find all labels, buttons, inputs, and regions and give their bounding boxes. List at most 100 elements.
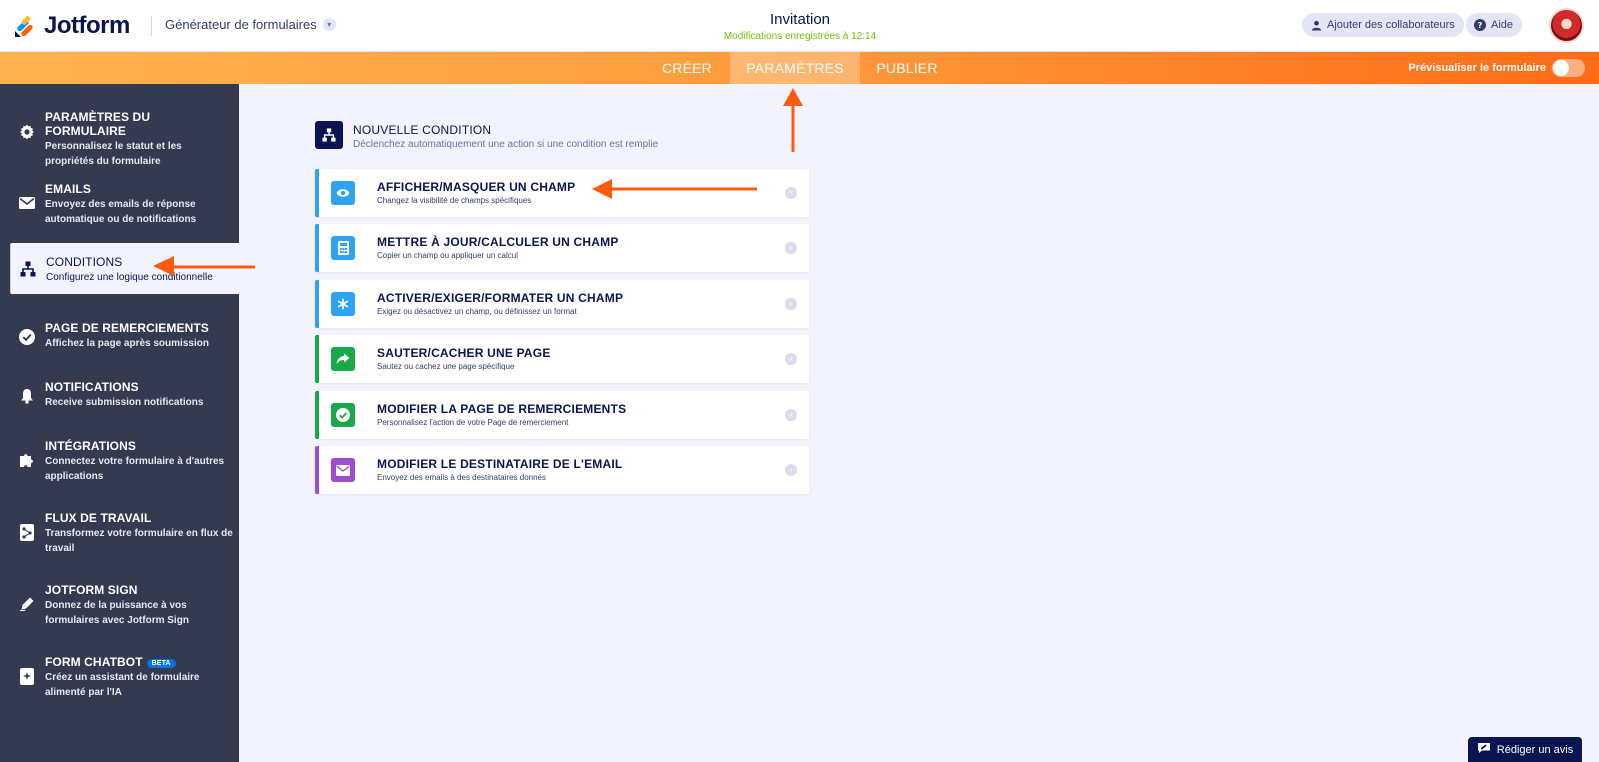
user-avatar[interactable] xyxy=(1549,8,1584,43)
condition-card-change-thank-you-page[interactable]: MODIFIER LA PAGE DE REMERCIEMENTS Person… xyxy=(315,391,809,439)
preview-toggle[interactable] xyxy=(1552,59,1585,77)
chevron-right-icon: › xyxy=(785,353,797,365)
asterisk-icon xyxy=(331,292,355,316)
brand-name: Jotform xyxy=(44,12,130,39)
annotation-arrow-settings xyxy=(783,88,803,152)
sidebar-item-desc: Configurez une logique conditionnelle xyxy=(46,272,213,283)
sidebar-item-title: PARAMÈTRES DU FORMULAIRE xyxy=(45,110,151,138)
sidebar-item-text: PAGE DE REMERCIEMENTS Affichez la page a… xyxy=(45,321,233,351)
write-review-label: Rédiger un avis xyxy=(1496,743,1574,756)
form-title[interactable]: Invitation xyxy=(700,11,900,28)
sidebar-item-workflows[interactable]: FLUX DE TRAVAIL Transformez votre formul… xyxy=(0,511,239,557)
condition-card-enable-require-field[interactable]: ACTIVER/EXIGER/FORMATER UN CHAMP Exigez … xyxy=(315,280,809,328)
share-arrow-icon xyxy=(331,347,355,371)
sitemap-icon xyxy=(19,260,37,278)
card-title: ACTIVER/EXIGER/FORMATER UN CHAMP xyxy=(377,291,624,305)
add-collaborators-label: Ajouter des collaborateurs xyxy=(1327,19,1455,31)
card-title: MODIFIER LA PAGE DE REMERCIEMENTS xyxy=(377,402,627,416)
sidebar-item-title: FLUX DE TRAVAIL xyxy=(45,511,152,525)
sidebar-item-form-settings[interactable]: PARAMÈTRES DU FORMULAIRE Personnalisez l… xyxy=(0,110,239,167)
chevron-right-icon: › xyxy=(785,409,797,421)
card-desc: Copier un champ ou appliquer un calcul xyxy=(377,251,518,260)
sidebar-item-desc: Donnez de la puissance à vos formulaires… xyxy=(45,600,189,626)
sidebar-item-text: PARAMÈTRES DU FORMULAIRE Personnalisez l… xyxy=(45,110,233,169)
sitemap-icon xyxy=(315,121,343,149)
toggle-knob xyxy=(1553,60,1569,76)
top-nav: CRÉER PARAMÈTRES PUBLIER Prévisualiser l… xyxy=(0,52,1599,84)
sidebar-item-text: INTÉGRATIONS Connectez votre formulaire … xyxy=(45,439,233,484)
tab-create[interactable]: CRÉER xyxy=(655,52,719,84)
mail-icon xyxy=(331,458,355,482)
header-divider xyxy=(151,16,152,36)
top-header: Jotform Générateur de formulaires ▾ Invi… xyxy=(0,0,1599,52)
sidebar-item-desc: Affichez la page après soumission xyxy=(45,338,209,349)
sidebar-item-title: JOTFORM SIGN xyxy=(45,583,138,597)
envelope-icon xyxy=(18,194,36,212)
pen-icon xyxy=(18,595,36,613)
card-desc: Envoyez des emails à des destinataires d… xyxy=(377,473,546,482)
sidebar-item-notifications[interactable]: NOTIFICATIONS Receive submission notific… xyxy=(0,380,239,412)
calculator-icon xyxy=(331,236,355,260)
settings-sidebar: PARAMÈTRES DU FORMULAIRE Personnalisez l… xyxy=(0,84,239,762)
form-title-block: Invitation Modifications enregistrées à … xyxy=(700,11,900,42)
card-title: SAUTER/CACHER UNE PAGE xyxy=(377,346,551,360)
check-circle-icon xyxy=(18,328,36,346)
card-desc: Sautez ou cachez une page spécifique xyxy=(377,362,515,371)
card-title: METTRE À JOUR/CALCULER UN CHAMP xyxy=(377,235,619,249)
question-circle-icon: ? xyxy=(1474,19,1486,31)
preview-form-control: Prévisualiser le formulaire xyxy=(1408,59,1585,77)
workflow-icon xyxy=(18,523,36,541)
sidebar-item-thank-you-page[interactable]: PAGE DE REMERCIEMENTS Affichez la page a… xyxy=(0,321,239,353)
sidebar-item-integrations[interactable]: INTÉGRATIONS Connectez votre formulaire … xyxy=(0,439,239,485)
bell-icon xyxy=(18,387,36,405)
user-icon xyxy=(1310,19,1322,31)
sidebar-item-title: CONDITIONS xyxy=(46,255,123,269)
sidebar-item-text: EMAILS Envoyez des emails de réponse aut… xyxy=(45,182,233,227)
tab-settings[interactable]: PARAMÈTRES xyxy=(730,52,860,84)
card-title: AFFICHER/MASQUER UN CHAMP xyxy=(377,180,576,194)
card-desc: Changez la visibilité de champs spécifiq… xyxy=(377,196,532,205)
sidebar-item-desc: Personnalisez le statut et les propriété… xyxy=(45,141,182,167)
sidebar-item-jotform-sign[interactable]: JOTFORM SIGN Donnez de la puissance à vo… xyxy=(0,583,239,629)
jotform-logo-icon xyxy=(14,14,36,38)
condition-card-skip-hide-page[interactable]: SAUTER/CACHER UNE PAGE Sautez ou cachez … xyxy=(315,335,809,383)
condition-card-show-hide-field[interactable]: AFFICHER/MASQUER UN CHAMP Changez la vis… xyxy=(315,169,809,217)
sidebar-item-title: INTÉGRATIONS xyxy=(45,439,136,453)
new-condition-title: NOUVELLE CONDITION xyxy=(353,123,492,137)
sidebar-item-title-text: FORM CHATBOT xyxy=(45,655,143,669)
sidebar-item-desc: Créez un assistant de formulaire aliment… xyxy=(45,672,200,698)
chevron-right-icon: › xyxy=(785,187,797,199)
chevron-right-icon: › xyxy=(785,242,797,254)
sidebar-item-title: FORM CHATBOT BETA xyxy=(45,655,233,669)
new-condition-desc: Déclenchez automatiquement une action si… xyxy=(353,139,659,150)
sidebar-item-conditions[interactable]: CONDITIONS Configurez une logique condit… xyxy=(10,243,239,294)
sidebar-item-desc: Receive submission notifications xyxy=(45,397,204,408)
puzzle-icon xyxy=(18,451,36,469)
sidebar-item-emails[interactable]: EMAILS Envoyez des emails de réponse aut… xyxy=(0,182,239,225)
chevron-down-icon: ▾ xyxy=(322,18,336,31)
write-review-button[interactable]: Rédiger un avis xyxy=(1468,737,1582,762)
gear-icon xyxy=(18,123,36,141)
check-icon xyxy=(331,403,355,427)
sidebar-item-text: FLUX DE TRAVAIL Transformez votre formul… xyxy=(45,511,233,556)
sidebar-item-text: FORM CHATBOT BETA Créez un assistant de f… xyxy=(45,655,233,700)
chat-edit-icon xyxy=(1477,742,1491,757)
sidebar-item-text: JOTFORM SIGN Donnez de la puissance à vo… xyxy=(45,583,233,628)
tab-publish[interactable]: PUBLIER xyxy=(870,52,944,84)
jotform-logo[interactable]: Jotform xyxy=(14,12,130,40)
sidebar-item-form-chatbot[interactable]: FORM CHATBOT BETA Créez un assistant de f… xyxy=(0,655,239,701)
condition-card-update-calculate-field[interactable]: METTRE À JOUR/CALCULER UN CHAMP Copier u… xyxy=(315,224,809,272)
card-desc: Exigez ou désactivez un champ, ou défini… xyxy=(377,307,577,316)
preview-form-label: Prévisualiser le formulaire xyxy=(1408,62,1546,74)
sidebar-item-desc: Envoyez des emails de réponse automatiqu… xyxy=(45,199,197,225)
sidebar-item-text: CONDITIONS Configurez une logique condit… xyxy=(46,255,233,285)
sidebar-item-title: PAGE DE REMERCIEMENTS xyxy=(45,321,209,335)
add-collaborators-button[interactable]: Ajouter des collaborateurs xyxy=(1302,13,1464,37)
help-button[interactable]: ? Aide xyxy=(1466,13,1523,37)
svg-text:?: ? xyxy=(1478,21,1483,30)
save-status: Modifications enregistrées à 12:14 xyxy=(723,31,877,42)
beta-badge: BETA xyxy=(146,659,176,668)
chevron-right-icon: › xyxy=(785,464,797,476)
builder-dropdown[interactable]: Générateur de formulaires ▾ xyxy=(165,17,336,32)
condition-card-change-email-recipient[interactable]: MODIFIER LE DESTINATAIRE DE L'EMAIL Envo… xyxy=(315,446,809,494)
